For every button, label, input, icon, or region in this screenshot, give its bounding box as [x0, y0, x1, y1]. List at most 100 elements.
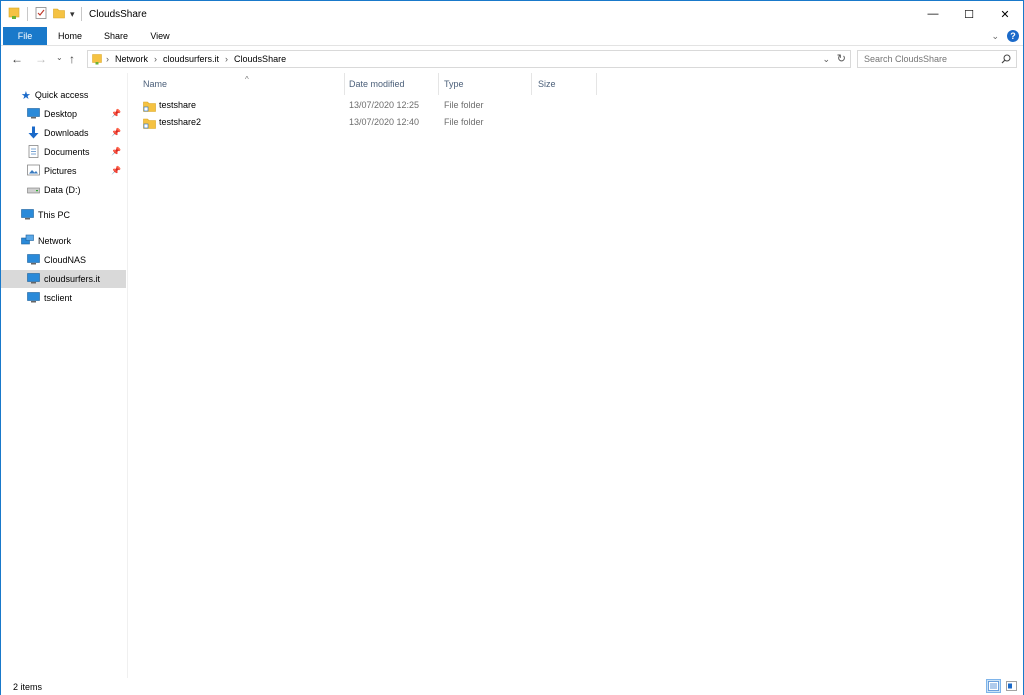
up-arrow-icon[interactable]: ↑ — [69, 52, 75, 66]
sidebar-item-label: This PC — [38, 210, 71, 220]
pin-icon[interactable]: 📌 — [111, 109, 121, 118]
search-input[interactable] — [864, 53, 994, 65]
back-arrow-icon[interactable]: ← — [11, 52, 23, 66]
chevron-down-icon[interactable]: ⌄ — [991, 31, 999, 42]
app-folder-icon — [7, 6, 21, 22]
tab-home[interactable]: Home — [51, 27, 89, 45]
sidebar-item-documents[interactable]: Documents 📌 — [27, 143, 125, 161]
tab-view[interactable]: View — [141, 27, 179, 45]
sidebar-item-label: cloudsurfers.it — [44, 274, 101, 284]
tab-share[interactable]: Share — [97, 27, 135, 45]
desktop-icon — [27, 107, 40, 121]
large-icons-view-button[interactable] — [1004, 679, 1019, 693]
properties-icon[interactable] — [34, 6, 48, 22]
item-count: 2 items — [13, 682, 43, 692]
address-history-dropdown-icon[interactable]: ⌄ — [822, 54, 830, 65]
search-icon[interactable] — [1001, 54, 1011, 66]
network-icon — [21, 234, 34, 248]
window-title: CloudsShare — [89, 9, 147, 20]
download-arrow-icon — [27, 126, 40, 141]
minimize-button[interactable]: — — [915, 1, 951, 27]
pin-icon[interactable]: 📌 — [111, 128, 121, 137]
breadcrumb-separator-icon[interactable]: › — [154, 54, 157, 64]
sidebar-item-quick-access[interactable]: ★ Quick access — [21, 86, 88, 104]
shared-folder-icon — [143, 117, 156, 131]
close-button[interactable]: ✕ — [987, 1, 1023, 27]
breadcrumb-network[interactable]: Network — [115, 54, 148, 64]
address-bar[interactable]: › Network › cloudsurfers.it › CloudsShar… — [87, 50, 851, 68]
pin-icon[interactable]: 📌 — [111, 147, 121, 156]
pin-icon[interactable]: 📌 — [111, 166, 121, 175]
column-header-type[interactable]: Type — [438, 73, 532, 95]
computer-icon — [21, 208, 34, 222]
pictures-icon — [27, 164, 40, 178]
sort-ascending-icon: ^ — [245, 75, 249, 84]
navigation-pane: ★ Quick access Desktop 📌 Downloads 📌 Doc… — [1, 73, 128, 678]
sidebar-item-tsclient[interactable]: tsclient — [27, 289, 72, 307]
sidebar-item-network[interactable]: Network — [21, 232, 71, 250]
large-icons-view-icon — [1006, 681, 1017, 691]
window-controls: — ☐ ✕ — [915, 1, 1023, 27]
new-folder-icon[interactable] — [52, 6, 66, 22]
search-box[interactable] — [857, 50, 1017, 68]
view-switcher — [986, 679, 1019, 693]
table-row[interactable]: testshare2 13/07/2020 12:40 File folder — [139, 115, 599, 132]
refresh-icon[interactable]: ↻ — [837, 52, 846, 65]
column-header-label: Date modified — [349, 79, 405, 89]
column-header-label: Size — [538, 79, 556, 89]
file-date: 13/07/2020 12:25 — [349, 100, 420, 110]
help-button[interactable]: ? — [1007, 30, 1019, 42]
column-header-name[interactable]: Name ^ — [137, 73, 345, 95]
sidebar-item-cloudnas[interactable]: CloudNAS — [27, 251, 86, 269]
sidebar-item-label: Network — [38, 236, 72, 246]
file-type: File folder — [444, 100, 484, 110]
ribbon-right-controls: ⌄ ? — [991, 30, 1019, 42]
file-name: testshare — [159, 100, 197, 110]
column-header-label: Name — [143, 79, 168, 89]
sidebar-item-cloudsurfers[interactable]: cloudsurfers.it — [1, 270, 126, 288]
breadcrumb-separator-icon[interactable]: › — [225, 54, 228, 64]
breadcrumb-cloudsurfers[interactable]: cloudsurfers.it — [163, 54, 219, 64]
title-bar: ▾ CloudsShare — ☐ ✕ — [1, 1, 1023, 27]
sidebar-item-this-pc[interactable]: This PC — [21, 206, 70, 224]
explorer-window: ▾ CloudsShare — ☐ ✕ File Home Share View… — [0, 0, 1024, 695]
sidebar-item-desktop[interactable]: Desktop 📌 — [27, 105, 125, 123]
network-computer-icon — [27, 272, 40, 286]
column-header-size[interactable]: Size — [532, 73, 597, 95]
document-icon — [27, 144, 40, 160]
file-type: File folder — [444, 117, 484, 127]
table-row[interactable]: testshare 13/07/2020 12:25 File folder — [139, 98, 599, 115]
tab-file[interactable]: File — [3, 27, 47, 45]
quick-access-toolbar: ▾ — [7, 6, 84, 22]
status-bar: 2 items — [1, 678, 1023, 695]
recent-locations-icon[interactable]: ⌄ — [56, 53, 63, 62]
column-header-label: Type — [444, 79, 464, 89]
file-name: testshare2 — [159, 117, 202, 127]
forward-arrow-icon[interactable]: → — [35, 52, 47, 66]
breadcrumb-cloudsshare[interactable]: CloudsShare — [234, 54, 286, 64]
star-icon: ★ — [21, 89, 31, 102]
file-list: Name ^ Date modified Type Size testshare… — [129, 73, 1023, 678]
qat-divider — [27, 7, 28, 21]
sidebar-item-label: Quick access — [34, 90, 89, 100]
sidebar-item-downloads[interactable]: Downloads 📌 — [27, 124, 125, 142]
sidebar-item-label: Downloads — [44, 128, 89, 138]
file-date: 13/07/2020 12:40 — [349, 117, 420, 127]
qat-divider — [80, 7, 82, 21]
sidebar-item-label: Documents — [44, 147, 90, 157]
sidebar-item-label: Desktop — [44, 109, 78, 119]
drive-icon — [27, 183, 40, 197]
sidebar-item-data-d[interactable]: Data (D:) — [27, 181, 81, 199]
maximize-button[interactable]: ☐ — [951, 1, 987, 27]
column-header-date[interactable]: Date modified — [343, 73, 439, 95]
sidebar-item-label: tsclient — [44, 293, 73, 303]
network-computer-icon — [27, 253, 40, 267]
customize-qat-icon[interactable]: ▾ — [70, 9, 75, 20]
sidebar-item-pictures[interactable]: Pictures 📌 — [27, 162, 125, 180]
location-folder-icon — [91, 53, 103, 67]
details-view-button[interactable] — [986, 679, 1001, 693]
shared-folder-icon — [143, 100, 156, 114]
breadcrumb-separator-icon[interactable]: › — [106, 54, 109, 64]
sidebar-item-label: CloudNAS — [44, 255, 87, 265]
network-computer-icon — [27, 291, 40, 305]
